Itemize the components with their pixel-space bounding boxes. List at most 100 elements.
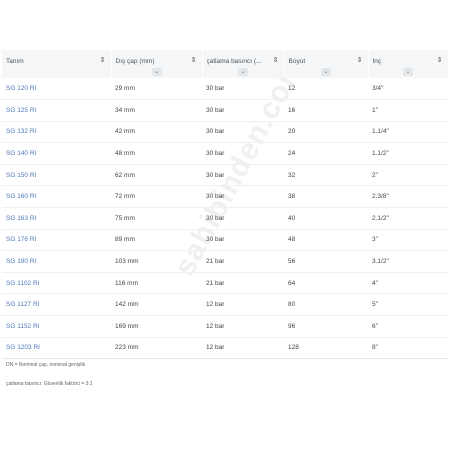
cell-size: 20 [284, 121, 368, 144]
column-header-inc[interactable]: İnç ⇕ ⌄ [368, 50, 449, 78]
cell-diameter: 169 mm [111, 315, 202, 338]
cell-name[interactable]: SG 1203 RI [2, 337, 111, 360]
cell-pressure: 30 bar [202, 229, 284, 252]
cell-size: 16 [284, 99, 368, 122]
cell-name[interactable]: SG 125 RI [2, 99, 111, 122]
cell-inch: 1.1/4" [368, 121, 448, 144]
table-row: SG 132 RI 42 mm 30 bar 20 1.1/4" [2, 121, 448, 144]
chevron-down-icon[interactable]: ⌄ [151, 68, 162, 76]
column-header-dis-cap[interactable]: Dış çap (mm) ⇕ ⌄ [111, 50, 203, 78]
cell-diameter: 48 mm [111, 142, 202, 165]
cell-pressure: 30 bar [202, 185, 284, 209]
cell-inch: 2" [368, 164, 448, 187]
cell-size: 56 [284, 250, 368, 273]
cell-name[interactable]: SG 176 RI [2, 229, 111, 252]
table-row: SG 176 RI 89 mm 30 bar 48 3" [2, 229, 448, 252]
table-row: SG 1127 RI 142 mm 12 bar 80 5" [2, 293, 448, 317]
cell-diameter: 103 mm [111, 250, 202, 273]
sort-icon[interactable]: ⇕ [357, 57, 363, 64]
cell-diameter: 62 mm [111, 164, 202, 187]
cell-inch: 6" [368, 315, 448, 338]
column-header-boyut[interactable]: Boyut ⇕ ⌄ [284, 50, 369, 78]
cell-diameter: 34 mm [111, 99, 202, 122]
sort-icon[interactable]: ⇕ [437, 57, 443, 64]
cell-name[interactable]: SG 1102 RI [2, 272, 111, 295]
sort-icon[interactable]: ⇕ [273, 57, 279, 64]
table-row: SG 125 RI 34 mm 30 bar 16 1" [2, 99, 448, 122]
table-row: SG 120 RI 29 mm 30 bar 12 3/4" [2, 78, 448, 101]
cell-pressure: 30 bar [202, 164, 284, 187]
cell-diameter: 142 mm [111, 293, 202, 317]
cell-inch: 3/4" [368, 78, 448, 101]
cell-diameter: 29 mm [111, 78, 202, 101]
note-dn: DN = Nominal çap, nominal genişlik [6, 362, 86, 368]
cell-diameter: 116 mm [111, 272, 202, 295]
column-header-label: Tanım [6, 58, 24, 65]
cell-inch: 3" [368, 229, 448, 252]
chevron-down-icon[interactable]: ⌄ [238, 68, 248, 76]
table-row: SG 190 RI 103 mm 21 bar 56 3.1/2" [2, 250, 448, 273]
table-header-row: Tanım ⇕ Dış çap (mm) ⇕ ⌄ çatlama basıncı… [2, 50, 449, 78]
sort-icon[interactable]: ⇕ [100, 57, 106, 64]
sort-icon[interactable]: ⇕ [191, 57, 197, 64]
cell-diameter: 223 mm [111, 337, 202, 360]
cell-inch: 5" [368, 293, 448, 317]
cell-inch: 4" [368, 272, 448, 295]
cell-pressure: 30 bar [202, 121, 284, 144]
cell-size: 40 [284, 207, 368, 230]
cell-diameter: 72 mm [111, 185, 202, 209]
cell-pressure: 30 bar [202, 99, 284, 122]
table-row: SG 1152 RI 169 mm 12 bar 96 6" [2, 315, 448, 338]
column-header-tanim[interactable]: Tanım ⇕ [2, 50, 112, 78]
cell-name[interactable]: SG 1127 RI [2, 293, 111, 317]
cell-name[interactable]: SG 132 RI [2, 121, 111, 144]
cell-pressure: 30 bar [202, 142, 284, 165]
cell-inch: 8" [368, 337, 448, 360]
column-header-label: Boyut [288, 58, 306, 65]
chevron-down-icon[interactable]: ⌄ [403, 68, 413, 76]
cell-size: 24 [284, 142, 368, 165]
cell-size: 80 [284, 293, 368, 317]
table-row: SG 163 RI 75 mm 30 bar 40 2.1/2" [2, 207, 448, 230]
cell-pressure: 21 bar [202, 250, 284, 273]
chevron-down-icon[interactable]: ⌄ [321, 68, 331, 76]
table-row: SG 1203 RI 223 mm 12 bar 128 8" [2, 337, 448, 360]
cell-name[interactable]: SG 163 RI [2, 207, 111, 230]
column-header-catlama-basinci[interactable]: çatlama basıncı (... ⇕ ⌄ [202, 50, 285, 78]
cell-pressure: 12 bar [202, 315, 284, 338]
cell-diameter: 75 mm [111, 207, 202, 230]
cell-inch: 2.3/8" [368, 185, 448, 209]
table-row: SG 150 RI 62 mm 30 bar 32 2" [2, 164, 448, 187]
column-header-label: Dış çap (mm) [115, 58, 155, 65]
cell-pressure: 12 bar [202, 337, 284, 360]
cell-pressure: 30 bar [202, 207, 284, 230]
cell-inch: 1" [368, 99, 448, 122]
cell-diameter: 89 mm [111, 229, 202, 252]
cell-name[interactable]: SG 120 RI [2, 78, 111, 101]
cell-inch: 3.1/2" [368, 250, 448, 273]
cell-name[interactable]: SG 1152 RI [2, 315, 111, 338]
cell-name[interactable]: SG 160 RI [2, 185, 111, 209]
table-body: SG 120 RI 29 mm 30 bar 12 3/4" SG 125 RI 34 mm… [2, 78, 448, 360]
cell-pressure: 30 bar [202, 78, 284, 101]
cell-pressure: 21 bar [202, 272, 284, 295]
cell-inch: 1.1/2" [368, 142, 448, 165]
table-row: SG 1102 RI 116 mm 21 bar 64 4" [2, 272, 448, 295]
column-header-label: İnç [372, 58, 382, 65]
cell-size: 128 [284, 337, 368, 360]
table-row: SG 160 RI 72 mm 30 bar 38 2.3/8" [2, 185, 448, 209]
cell-name[interactable]: SG 140 RI [2, 142, 111, 165]
cell-size: 64 [284, 272, 368, 295]
cell-size: 96 [284, 315, 368, 338]
cell-size: 32 [284, 164, 368, 187]
cell-name[interactable]: SG 150 RI [2, 164, 111, 187]
product-table-container: Tanım ⇕ Dış çap (mm) ⇕ ⌄ çatlama basıncı… [2, 50, 449, 360]
cell-pressure: 12 bar [202, 293, 284, 317]
table-notes: DN = Nominal çap, nominal genişlik çatla… [6, 360, 446, 398]
cell-inch: 2.1/2" [368, 207, 448, 230]
cell-name[interactable]: SG 190 RI [2, 250, 111, 273]
cell-size: 38 [284, 185, 368, 209]
note-pressure: çatlama basıncı: Güvenlik faktörü = 3:1 [6, 381, 93, 387]
cell-size: 48 [284, 229, 368, 252]
product-table: Tanım ⇕ Dış çap (mm) ⇕ ⌄ çatlama basıncı… [2, 50, 449, 360]
